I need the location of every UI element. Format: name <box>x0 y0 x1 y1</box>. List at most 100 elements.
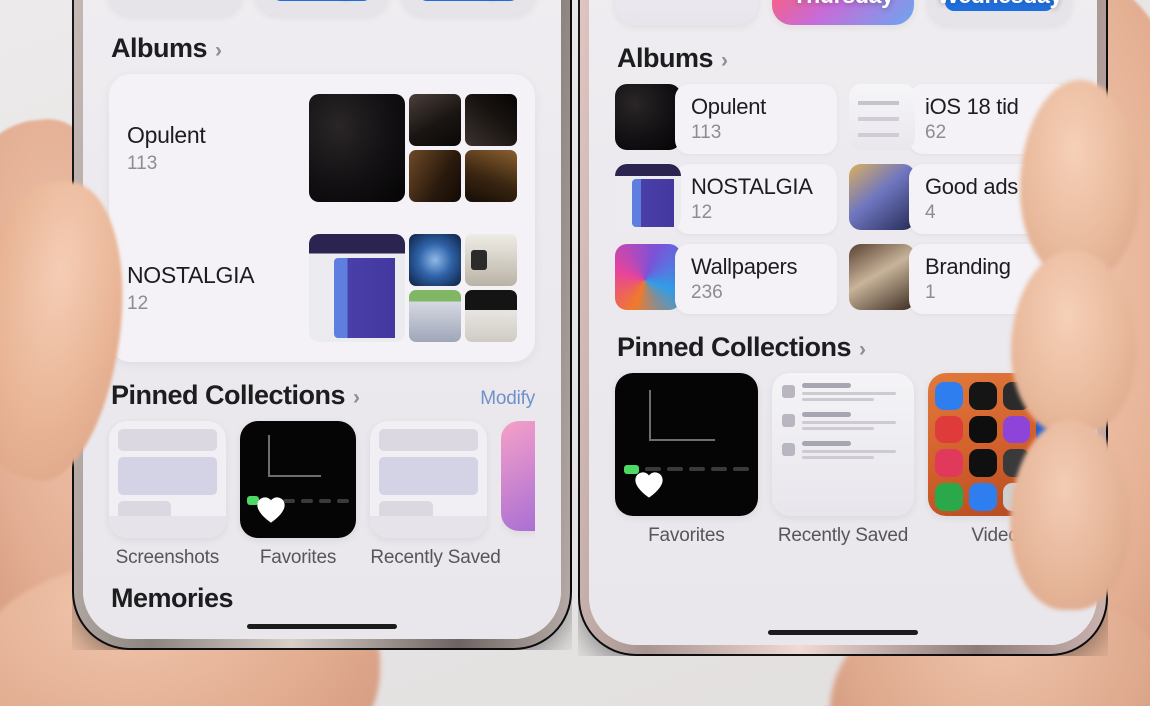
album-thumbnail <box>465 150 517 202</box>
pinned-item[interactable] <box>501 421 536 569</box>
recently-saved-thumbnail <box>370 421 488 538</box>
pinned-header-right[interactable]: Pinned Collections › Modify <box>617 332 1071 363</box>
album-name: Opulent <box>691 94 766 119</box>
album-tile[interactable]: NOSTALGIA 12 <box>615 164 837 234</box>
albums-header-right[interactable]: Albums › <box>617 43 1071 74</box>
day-card-label: Wednesday <box>928 0 1071 9</box>
pinned-item[interactable]: Screenshots <box>109 421 226 569</box>
pinned-item-label: Recently Saved <box>370 546 501 568</box>
album-name: iOS 18 tid <box>925 94 1019 119</box>
photos-scroll-left[interactable]: Today Today Albums <box>83 0 561 639</box>
day-card-label: Thursday <box>772 0 915 9</box>
screenshot-stage: Today Today Albums <box>0 0 1150 706</box>
album-tile[interactable]: Wallpapers 236 <box>615 244 837 314</box>
albums-title: Albums <box>111 33 208 63</box>
pinned-item-label: Recently Saved <box>777 524 909 546</box>
right-phone: Thursday Wednesday Albums <box>578 0 1108 656</box>
album-name: Good ads <box>925 174 1019 199</box>
album-name: Branding <box>925 254 1011 279</box>
album-count: 62 <box>925 122 947 143</box>
recently-saved-thumbnail <box>771 373 915 516</box>
album-row[interactable]: NOSTALGIA 12 <box>109 218 535 358</box>
left-phone-screen[interactable]: Today Today Albums <box>83 0 561 639</box>
album-meta: Opulent 113 <box>127 122 295 175</box>
recent-days-strip-right[interactable]: Thursday Wednesday <box>615 0 1072 25</box>
album-thumbnail <box>409 94 461 146</box>
day-card[interactable] <box>109 0 242 15</box>
day-card[interactable]: Thursday <box>771 0 915 25</box>
pinned-item-label: Favorites <box>648 524 725 546</box>
chevron-right-icon[interactable]: › <box>859 339 866 360</box>
left-phone: Today Today Albums <box>72 0 572 650</box>
screenshots-thumbnail <box>109 421 226 538</box>
album-name: NOSTALGIA <box>691 174 813 199</box>
album-thumbnail <box>409 234 461 286</box>
album-thumbnail <box>849 84 915 150</box>
album-thumbnail <box>309 234 405 342</box>
memories-title: Memories <box>111 582 234 613</box>
album-count: 12 <box>127 292 149 314</box>
album-count: 236 <box>691 282 723 303</box>
album-thumbnail <box>849 244 915 310</box>
chevron-right-icon[interactable]: › <box>721 50 728 71</box>
home-indicator[interactable] <box>768 630 918 635</box>
pinned-item[interactable]: Recently Saved <box>771 373 915 547</box>
pinned-header-left[interactable]: Pinned Collections › Modify <box>111 380 535 411</box>
day-card[interactable]: Today <box>402 0 536 15</box>
photos-scroll-right[interactable]: Thursday Wednesday Albums <box>589 0 1097 645</box>
pinned-item[interactable]: Favorites <box>239 421 357 569</box>
album-tile[interactable]: Good ads 4 <box>849 164 1071 234</box>
favorites-thumbnail <box>239 421 357 538</box>
pinned-item[interactable]: Favorites <box>615 373 758 547</box>
album-thumbnail <box>465 234 517 286</box>
album-thumbnail <box>849 164 915 230</box>
album-name: Opulent <box>127 121 206 148</box>
home-indicator[interactable] <box>247 624 397 629</box>
day-card[interactable] <box>615 0 758 25</box>
heart-icon <box>635 471 663 498</box>
album-tile[interactable]: Opulent 113 <box>615 84 837 154</box>
mail-thumbnail <box>255 0 389 15</box>
heart-icon <box>257 497 285 523</box>
modify-button[interactable]: Modify <box>480 388 535 410</box>
pinned-item[interactable]: Videos <box>928 373 1072 547</box>
album-thumbnail-grid <box>309 234 517 342</box>
right-phone-screen[interactable]: Thursday Wednesday Albums <box>589 0 1097 645</box>
pinned-collections-row-right[interactable]: Favorites Recently Saved Videos <box>615 373 1072 547</box>
albums-grid-right[interactable]: Opulent 113 iOS 18 tid 62 NOSTALGIA 12 G… <box>615 84 1071 314</box>
pinned-item-label: Favorites <box>259 546 337 568</box>
settings-thumbnail <box>615 0 758 25</box>
album-count: 113 <box>691 122 722 143</box>
pinned-item[interactable]: Recently Saved <box>370 421 501 569</box>
album-thumbnail <box>615 164 681 230</box>
day-card[interactable]: Today <box>255 0 389 15</box>
mail-thumbnail <box>402 0 536 15</box>
album-thumbnail <box>409 150 461 202</box>
day-card[interactable]: Wednesday <box>928 0 1072 25</box>
album-tile[interactable]: iOS 18 tid 62 <box>849 84 1071 154</box>
chevron-right-icon[interactable]: › <box>353 387 360 408</box>
album-count: 12 <box>691 202 713 223</box>
album-name: NOSTALGIA <box>127 261 255 288</box>
modify-button[interactable]: Modify <box>1016 340 1071 362</box>
album-thumbnail <box>309 94 405 202</box>
photos-app-left: Today Today Albums <box>83 0 561 639</box>
wallpaper-thumbnail <box>501 421 536 531</box>
videos-thumbnail <box>928 373 1072 516</box>
album-count: 113 <box>127 152 158 174</box>
pinned-item-label: Videos <box>971 524 1028 546</box>
album-count: 4 <box>925 202 936 223</box>
chevron-right-icon[interactable]: › <box>215 40 222 61</box>
albums-header-left[interactable]: Albums › <box>111 33 535 64</box>
album-thumbnail-grid <box>309 94 517 202</box>
album-meta: NOSTALGIA 12 <box>127 262 295 315</box>
album-thumbnail <box>465 94 517 146</box>
pinned-collections-row-left[interactable]: Screenshots Favorites Recently Saved <box>109 421 536 569</box>
photos-app-right: Thursday Wednesday Albums <box>589 0 1097 645</box>
recent-days-strip-left[interactable]: Today Today <box>109 0 536 15</box>
album-tile[interactable]: Branding 1 <box>849 244 1071 314</box>
pinned-title: Pinned Collections <box>617 332 852 362</box>
album-row[interactable]: Opulent 113 <box>109 78 535 218</box>
album-count: 1 <box>925 282 936 303</box>
pinned-item-label: Screenshots <box>115 546 220 568</box>
